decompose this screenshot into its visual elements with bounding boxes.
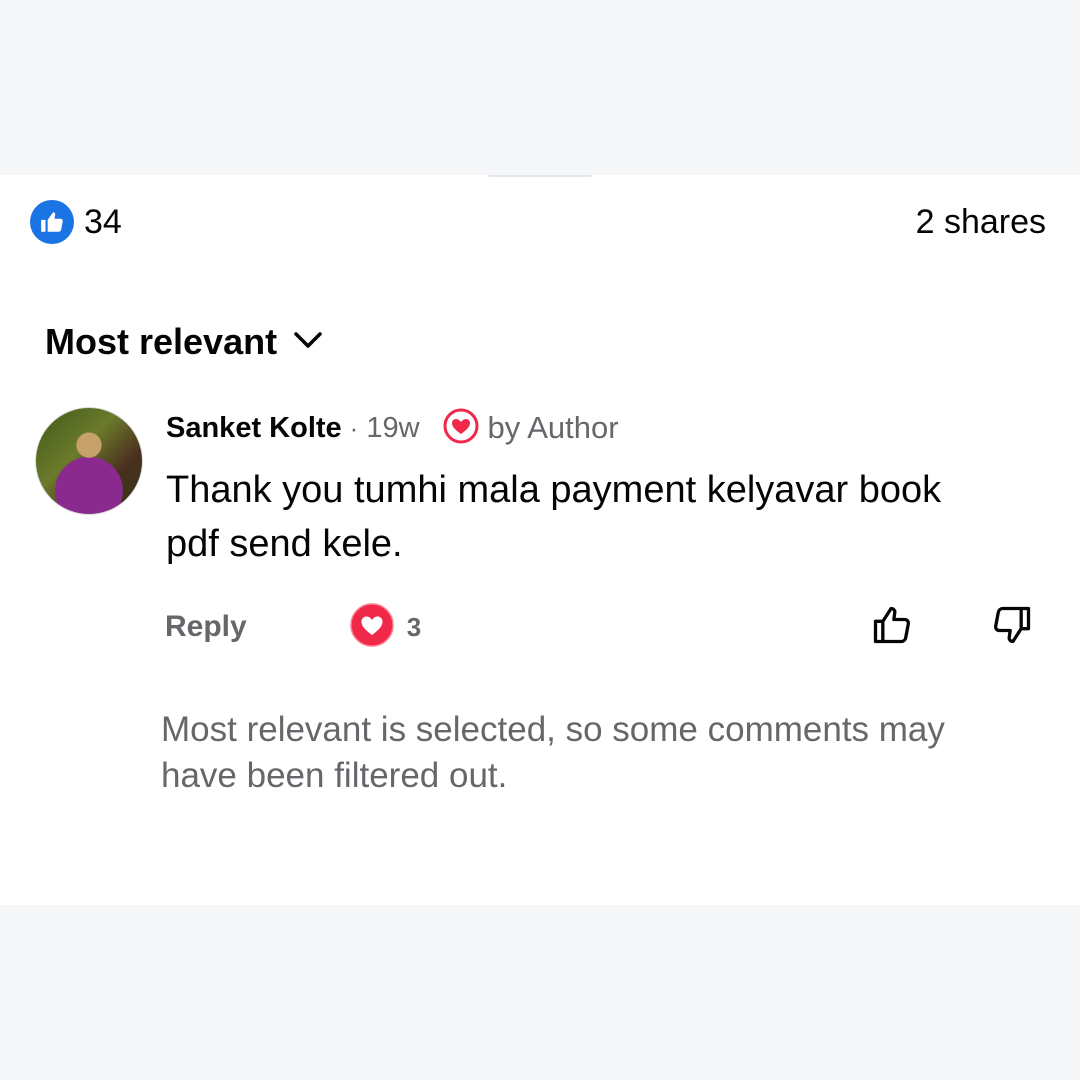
comment-body: Sanket Kolte · 19w by Author Thank you t… [166, 407, 1050, 571]
chevron-down-icon [293, 330, 323, 355]
comment-actions: Reply 3 [165, 602, 1034, 652]
thumbs-up-outline-icon[interactable] [870, 603, 914, 652]
comment-meta: Sanket Kolte · 19w by Author [166, 407, 1050, 449]
comments-sheet: 34 2 shares Most relevant Sanket Kolte ·… [0, 175, 1080, 905]
heart-outline-icon [442, 407, 480, 450]
author-reaction-badge: by Author [442, 407, 619, 450]
meta-separator: · [349, 412, 359, 443]
author-badge-label: by Author [487, 410, 619, 445]
like-summary[interactable]: 34 [30, 200, 122, 244]
vote-controls [870, 603, 1034, 652]
comment-author-name[interactable]: Sanket Kolte [166, 412, 342, 445]
comment-text: Thank you tumhi mala payment kelyavar bo… [166, 469, 942, 565]
heart-icon [349, 602, 395, 653]
thumbs-down-outline-icon[interactable] [990, 603, 1034, 652]
comment-timestamp[interactable]: 19w [366, 412, 419, 445]
sort-label: Most relevant [45, 321, 278, 362]
sort-dropdown[interactable]: Most relevant [45, 321, 323, 363]
share-count[interactable]: 2 shares [916, 203, 1046, 242]
filter-notice: Most relevant is selected, so some comme… [161, 710, 945, 795]
thumbs-up-icon [30, 200, 74, 244]
reply-button[interactable]: Reply [165, 610, 247, 644]
avatar[interactable] [35, 407, 143, 515]
reaction-stats-row: 34 2 shares [30, 199, 1046, 245]
comment-reactions[interactable]: 3 [349, 602, 421, 653]
reaction-count: 3 [406, 611, 422, 642]
like-count: 34 [84, 202, 122, 241]
drag-handle[interactable] [488, 175, 592, 177]
